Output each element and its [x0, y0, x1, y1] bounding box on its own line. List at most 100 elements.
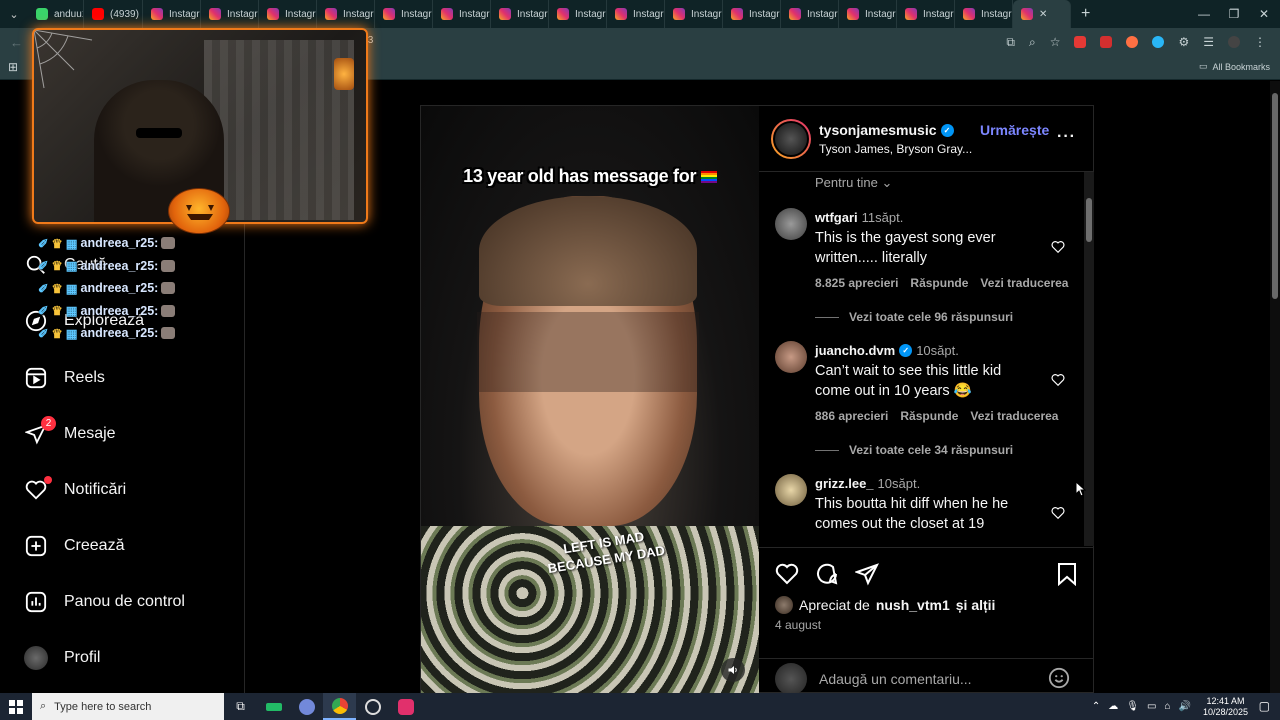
view-replies-button[interactable]: Vezi toate cele 96 răspunsuri — [815, 310, 1013, 324]
background-curtain — [204, 40, 354, 220]
liked-by-others[interactable]: și alții — [956, 597, 996, 613]
task-view-icon[interactable]: ⧉ — [224, 693, 257, 720]
like-count[interactable]: 8.825 aprecieri — [815, 276, 898, 290]
page-scrollbar[interactable] — [1270, 81, 1280, 693]
volume-button[interactable] — [721, 658, 745, 682]
microphone-icon[interactable]: 🎙 — [1126, 701, 1139, 712]
profile-avatar[interactable] — [1228, 36, 1240, 48]
save-bookmark-icon[interactable] — [1056, 562, 1078, 586]
close-tab-icon[interactable]: ✕ — [1039, 9, 1047, 20]
share-paper-plane-icon[interactable] — [855, 562, 879, 586]
browser-tab[interactable]: Instagr — [375, 0, 433, 28]
browser-tab[interactable]: Instagr — [143, 0, 201, 28]
author-avatar[interactable] — [771, 119, 811, 159]
commenter-username[interactable]: grizz.lee_ 10săpt. — [815, 476, 920, 491]
display-icon[interactable]: ▭ — [1147, 701, 1156, 712]
emoji-icon[interactable] — [1048, 667, 1070, 689]
menu-kebab-icon[interactable]: ⋮ — [1254, 35, 1266, 49]
extension-icon[interactable] — [1074, 36, 1087, 48]
author-username[interactable]: tysonjamesmusic ✓ — [819, 122, 954, 138]
comment-text: This is the gayest song ever written....… — [815, 230, 996, 266]
back-icon[interactable]: ← — [10, 35, 23, 50]
commenter-username[interactable]: wtfgari 11săpt. — [815, 210, 903, 225]
browser-tab[interactable]: Instagr — [201, 0, 259, 28]
browser-tab[interactable]: Instagr — [491, 0, 549, 28]
clock[interactable]: 12:41 AM 10/28/2025 — [1203, 696, 1248, 718]
like-count[interactable]: 886 aprecieri — [815, 409, 888, 423]
instagram-icon — [325, 8, 337, 20]
nav-create[interactable]: Creează — [24, 534, 124, 558]
browser-tab[interactable]: Instagr — [781, 0, 839, 28]
liked-by-user[interactable]: nush_vtm1 — [876, 597, 950, 613]
audio-credits[interactable]: Tyson James, Bryson Gray... — [819, 142, 972, 156]
reply-button[interactable]: Răspunde — [900, 409, 958, 423]
taskbar-search[interactable]: ⌕ Type here to search — [32, 693, 224, 720]
cast-icon[interactable]: ⧉ — [1006, 35, 1015, 50]
browser-tab[interactable]: Instagr — [955, 0, 1013, 28]
commenter-avatar[interactable] — [775, 341, 807, 373]
reply-button[interactable]: Răspunde — [910, 276, 968, 290]
app-icon[interactable] — [257, 693, 290, 720]
commenter-avatar[interactable] — [775, 208, 807, 240]
comment-bubble-icon[interactable] — [815, 562, 839, 586]
view-replies-button[interactable]: Vezi toate cele 34 răspunsuri — [815, 443, 1013, 457]
browser-tab[interactable]: Instagr — [317, 0, 375, 28]
nav-profile[interactable]: Profil — [24, 646, 100, 670]
browser-tab[interactable]: Instagr — [839, 0, 897, 28]
new-tab-button[interactable]: + — [1071, 5, 1100, 23]
all-bookmarks-button[interactable]: ▭ All Bookmarks — [1199, 61, 1270, 72]
browser-tab[interactable]: Instagr — [549, 0, 607, 28]
tiktok-icon[interactable] — [389, 693, 422, 720]
sort-dropdown[interactable]: Pentru tine ⌄ — [815, 175, 892, 191]
tab-search-button[interactable]: ⌄ — [0, 0, 28, 28]
obs-icon[interactable] — [356, 693, 389, 720]
browser-tab[interactable]: Instagr — [607, 0, 665, 28]
zoom-icon[interactable]: ⌕ — [1029, 35, 1036, 50]
apps-grid-icon[interactable]: ⊞ — [8, 60, 18, 74]
like-comment-heart-icon[interactable] — [1051, 506, 1065, 520]
notifications-icon[interactable]: ▢ — [1259, 699, 1270, 713]
nav-reels[interactable]: Reels — [24, 366, 105, 390]
browser-tab[interactable]: Instagr — [897, 0, 955, 28]
comment-input[interactable]: Adaugă un comentariu... — [819, 671, 972, 687]
browser-tab[interactable]: Instagr — [259, 0, 317, 28]
like-heart-icon[interactable] — [775, 562, 799, 586]
like-comment-heart-icon[interactable] — [1051, 373, 1065, 387]
close-window-button[interactable]: ✕ — [1246, 0, 1280, 28]
browser-tab[interactable]: ✕ — [1013, 0, 1071, 28]
bookmark-star-icon[interactable]: ☆ — [1050, 35, 1061, 49]
extension-icon[interactable] — [1152, 36, 1165, 48]
chrome-icon[interactable] — [323, 693, 356, 720]
reel-video[interactable]: 13 year old has message for LEFT IS MAD … — [421, 106, 759, 694]
browser-tab[interactable]: Instagr — [723, 0, 781, 28]
translate-button[interactable]: Vezi traducerea — [980, 276, 1068, 290]
more-options-icon[interactable]: ··· — [1057, 128, 1076, 146]
extension-icon[interactable] — [1126, 36, 1139, 48]
volume-icon[interactable]: 🔊 — [1179, 701, 1191, 712]
browser-tab[interactable]: (4939) — [84, 0, 143, 28]
cloud-icon[interactable]: ☁ — [1108, 701, 1118, 712]
commenter-avatar[interactable] — [775, 474, 807, 506]
follow-button[interactable]: Urmărește — [980, 122, 1049, 138]
browser-tab[interactable]: Instagr — [433, 0, 491, 28]
plus-square-icon — [24, 534, 48, 558]
network-icon[interactable]: ⌂ — [1164, 701, 1170, 712]
post-date[interactable]: 4 august — [775, 618, 821, 632]
adblock-icon[interactable] — [1100, 36, 1113, 48]
like-comment-heart-icon[interactable] — [1051, 240, 1065, 254]
reading-list-icon[interactable]: ☰ — [1203, 35, 1214, 49]
chevron-up-icon[interactable]: ⌃ — [1092, 701, 1100, 712]
start-button[interactable] — [0, 693, 32, 720]
scrollbar-thumb[interactable] — [1086, 198, 1092, 242]
commenter-username[interactable]: juancho.dvm ✓ 10săpt. — [815, 343, 959, 358]
nav-notifications[interactable]: Notificări — [24, 476, 126, 502]
browser-tab[interactable]: Instagr — [665, 0, 723, 28]
page-scrollbar-thumb[interactable] — [1272, 93, 1278, 299]
nav-messages[interactable]: 2 Mesaje — [24, 416, 116, 446]
browser-tab[interactable]: anduu1 — [28, 0, 84, 28]
discord-icon[interactable] — [290, 693, 323, 720]
nav-dashboard[interactable]: Panou de control — [24, 590, 185, 614]
translate-button[interactable]: Vezi traducerea — [970, 409, 1058, 423]
extensions-puzzle-icon[interactable]: ⚙ — [1178, 35, 1189, 49]
liked-by[interactable]: Apreciat de nush_vtm1 și alții — [775, 596, 995, 614]
